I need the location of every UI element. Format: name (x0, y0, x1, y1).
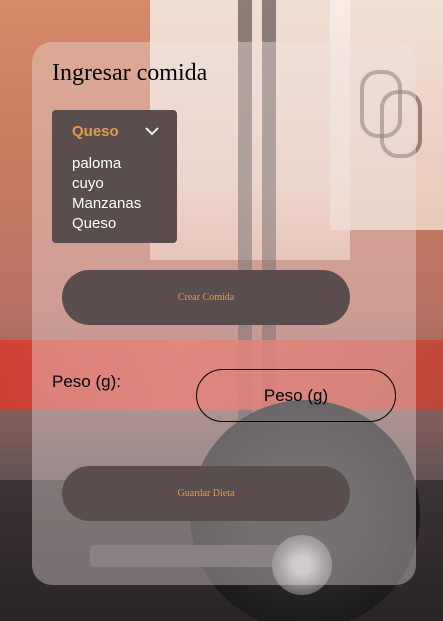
chevron-down-icon (145, 127, 159, 136)
page-title: Ingresar comida (52, 60, 208, 86)
weight-label: Peso (g): (52, 372, 121, 391)
food-options-list: paloma cuyo Manzanas Queso (72, 154, 141, 234)
food-option[interactable]: paloma (72, 154, 141, 174)
food-option[interactable]: Queso (72, 214, 141, 234)
food-option[interactable]: Manzanas (72, 194, 141, 214)
weight-input[interactable] (196, 369, 396, 422)
food-option[interactable]: cuyo (72, 174, 141, 194)
save-diet-button[interactable]: Guardar Dieta (62, 466, 350, 521)
food-select-value: Queso (72, 123, 119, 140)
create-food-button[interactable]: Crear Comida (62, 270, 350, 325)
food-select[interactable]: Queso paloma cuyo Manzanas Queso (52, 110, 177, 243)
food-entry-card: Ingresar comida Queso paloma cuyo Manzan… (32, 42, 416, 585)
